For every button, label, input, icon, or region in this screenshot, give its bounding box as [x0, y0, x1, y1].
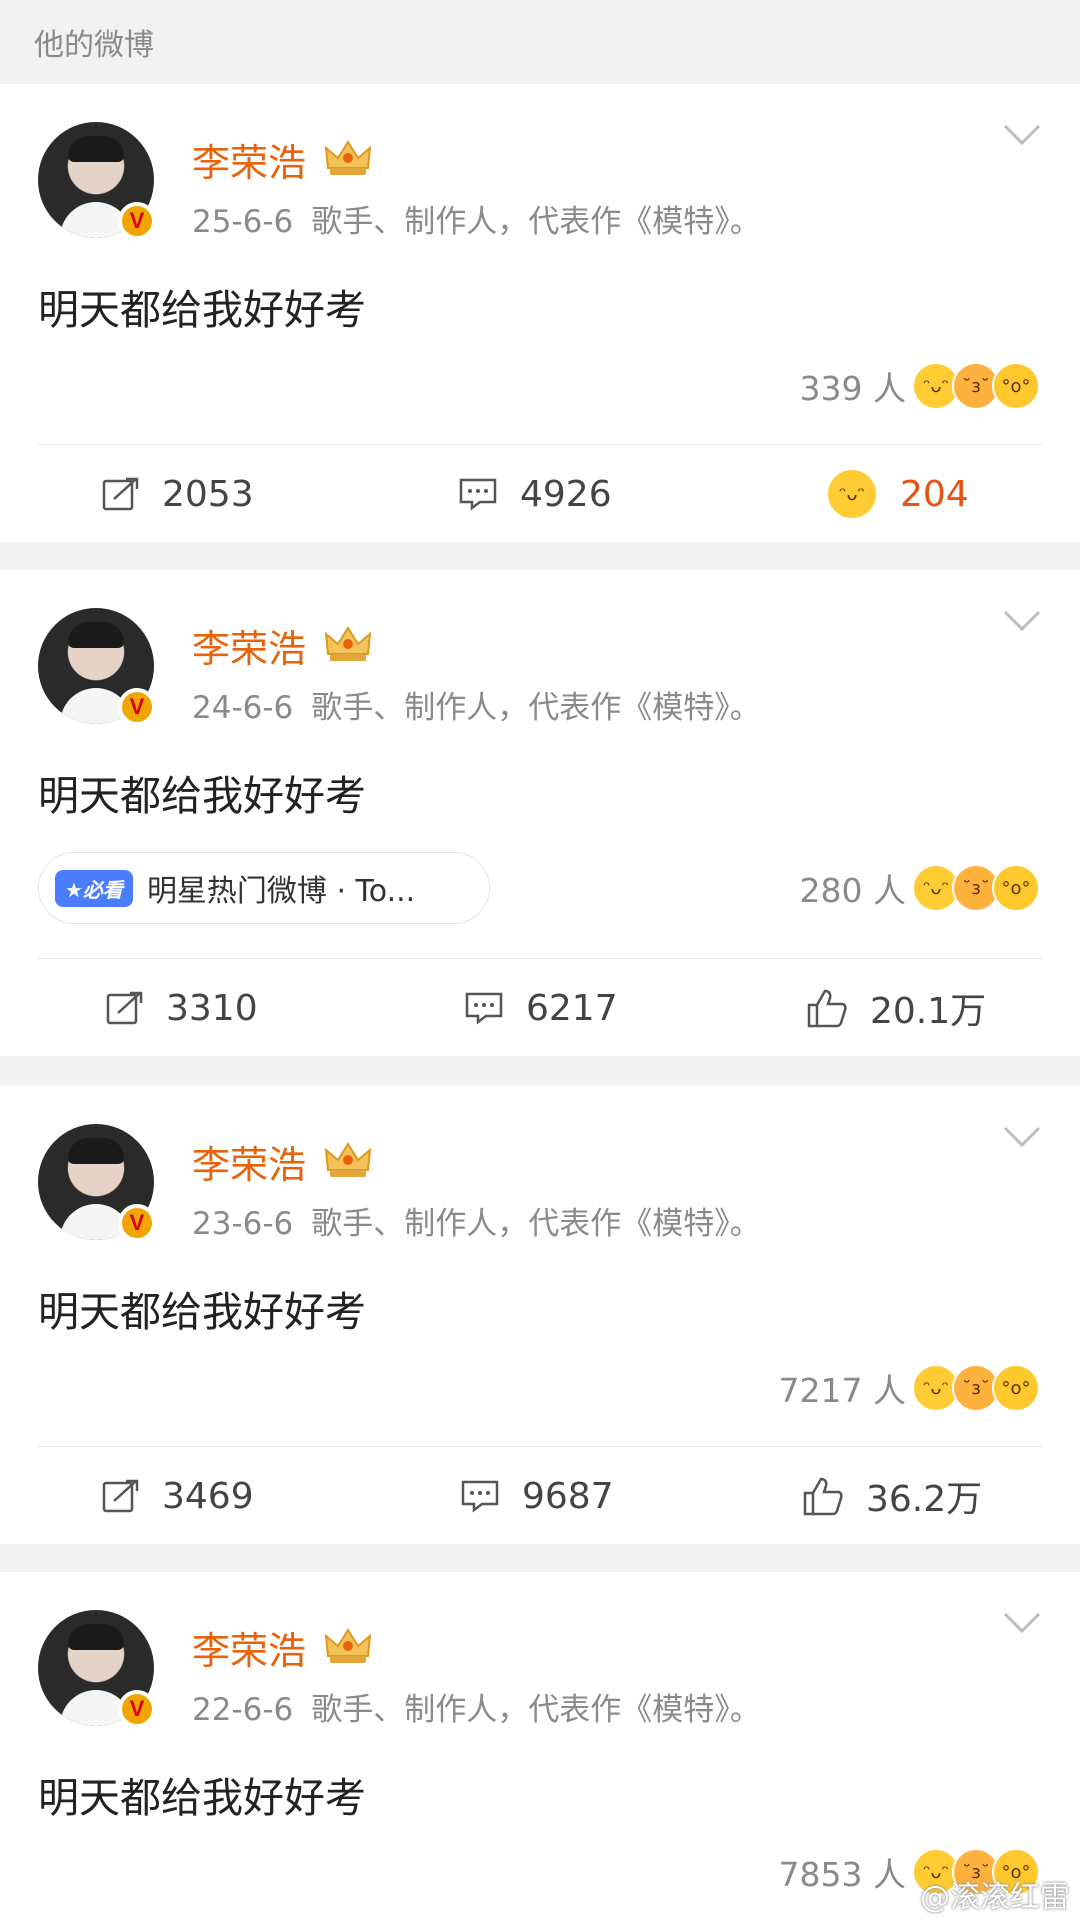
- post-card[interactable]: V 李荣浩 22-6-6 歌手、制作人，代表作《模特》。 明天都给我好好考 785…: [0, 1572, 1080, 1920]
- reaction-count: 280 人: [799, 871, 906, 910]
- verified-badge-icon: V: [118, 688, 156, 726]
- chevron-down-icon[interactable]: [1002, 608, 1042, 634]
- reaction-summary[interactable]: 339 人 ᵔᴗᵔ ˘з˘ °o°: [800, 362, 1040, 410]
- reaction-count: 7217 人: [778, 1371, 906, 1410]
- repost-button[interactable]: 3469: [102, 1476, 254, 1517]
- author-name[interactable]: 李荣浩: [192, 1620, 306, 1675]
- comment-icon: [465, 992, 503, 1025]
- reaction-summary[interactable]: 280 人 ᵔᴗᵔ ˘з˘ °o°: [800, 864, 1040, 912]
- wow-emoji-icon: °o°: [992, 362, 1040, 410]
- pill-text: 明星热门微博 · To...: [146, 874, 416, 909]
- post-meta: 25-6-6 歌手、制作人，代表作《模特》。: [192, 196, 761, 241]
- chevron-down-icon[interactable]: [1002, 122, 1042, 148]
- post-date: 25-6-6: [192, 204, 294, 240]
- repost-count: 3310: [166, 987, 258, 1029]
- wow-emoji-icon: °o°: [992, 1364, 1040, 1412]
- post-text[interactable]: 明天都给我好好考: [38, 1764, 366, 1824]
- repost-count: 2053: [162, 473, 254, 515]
- page-title: 他的微博: [34, 28, 154, 63]
- like-count: 204: [900, 473, 969, 515]
- verified-badge-icon: V: [118, 1690, 156, 1728]
- action-bar: 3469 9687 36.2万: [0, 1448, 1080, 1544]
- chevron-down-icon[interactable]: [1002, 1610, 1042, 1636]
- author-name[interactable]: 李荣浩: [192, 1134, 306, 1189]
- like-button[interactable]: 20.1万: [806, 982, 986, 1034]
- chevron-down-icon[interactable]: [1002, 1124, 1042, 1150]
- author-bio: 歌手、制作人，代表作《模特》。: [311, 1692, 761, 1728]
- divider: [38, 1446, 1042, 1447]
- comment-icon: [459, 478, 497, 511]
- verified-badge-icon: V: [118, 1204, 156, 1242]
- author-bio: 歌手、制作人，代表作《模特》。: [311, 1206, 761, 1242]
- like-count: 36.2万: [866, 1479, 983, 1520]
- post-card[interactable]: V 李荣浩 24-6-6 歌手、制作人，代表作《模特》。 明天都给我好好考 ★必看…: [0, 570, 1080, 1056]
- repost-count: 3469: [162, 1475, 254, 1517]
- comment-count: 9687: [522, 1475, 614, 1517]
- post-date: 24-6-6: [192, 690, 294, 726]
- crown-icon: [324, 626, 372, 661]
- author-bio: 歌手、制作人，代表作《模特》。: [311, 690, 761, 726]
- post-card[interactable]: V 李荣浩 25-6-6 歌手、制作人，代表作《模特》。 明天都给我好好考 339…: [0, 84, 1080, 542]
- crown-icon: [324, 1628, 372, 1663]
- watermark: @滚滚红雷: [920, 1880, 1070, 1915]
- wow-emoji-icon: °o°: [992, 864, 1040, 912]
- post-date: 23-6-6: [192, 1206, 294, 1242]
- author-name[interactable]: 李荣浩: [192, 618, 306, 673]
- author-bio: 歌手、制作人，代表作《模特》。: [311, 204, 761, 240]
- repost-button[interactable]: 3310: [106, 988, 258, 1029]
- post-meta: 23-6-6 歌手、制作人，代表作《模特》。: [192, 1198, 761, 1243]
- post-date: 22-6-6: [192, 1692, 294, 1728]
- post-card[interactable]: V 李荣浩 23-6-6 歌手、制作人，代表作《模特》。 明天都给我好好考 721…: [0, 1086, 1080, 1544]
- comment-button[interactable]: 9687: [460, 1476, 614, 1517]
- hot-topic-pill[interactable]: ★必看 明星热门微博 · To...: [38, 852, 490, 924]
- post-text[interactable]: 明天都给我好好考: [38, 1278, 366, 1338]
- comment-button[interactable]: 4926: [458, 474, 612, 515]
- must-see-tag: ★必看: [55, 869, 133, 907]
- repost-icon: [102, 1479, 139, 1513]
- like-count: 20.1万: [870, 991, 987, 1032]
- comment-count: 4926: [520, 473, 612, 515]
- repost-icon: [106, 991, 143, 1025]
- like-icon: [803, 1477, 843, 1516]
- like-button[interactable]: 36.2万: [802, 1470, 982, 1522]
- like-icon: [807, 989, 847, 1028]
- divider: [38, 444, 1042, 445]
- verified-badge-icon: V: [118, 202, 156, 240]
- comment-count: 6217: [526, 987, 618, 1029]
- post-meta: 24-6-6 歌手、制作人，代表作《模特》。: [192, 682, 761, 727]
- page-header: 他的微博: [0, 0, 1080, 84]
- laugh-emoji-icon: ᵔᴗᵔ: [826, 468, 878, 520]
- post-text[interactable]: 明天都给我好好考: [38, 762, 366, 822]
- comment-icon: [461, 1480, 499, 1513]
- reaction-summary[interactable]: 7217 人 ᵔᴗᵔ ˘з˘ °o°: [779, 1364, 1040, 1412]
- crown-icon: [324, 1142, 372, 1177]
- comment-button[interactable]: 6217: [464, 988, 618, 1029]
- repost-icon: [102, 477, 139, 511]
- post-meta: 22-6-6 歌手、制作人，代表作《模特》。: [192, 1684, 761, 1729]
- post-text[interactable]: 明天都给我好好考: [38, 276, 366, 336]
- divider: [38, 958, 1042, 959]
- repost-button[interactable]: 2053: [102, 474, 254, 515]
- author-name[interactable]: 李荣浩: [192, 132, 306, 187]
- action-bar: 3310 6217 20.1万: [0, 960, 1080, 1056]
- reaction-count: 7853 人: [778, 1855, 906, 1894]
- crown-icon: [324, 140, 372, 175]
- reaction-count: 339 人: [799, 369, 906, 408]
- like-button[interactable]: ᵔᴗᵔ 204: [826, 468, 969, 520]
- action-bar: 2053 4926 ᵔᴗᵔ 204: [0, 446, 1080, 542]
